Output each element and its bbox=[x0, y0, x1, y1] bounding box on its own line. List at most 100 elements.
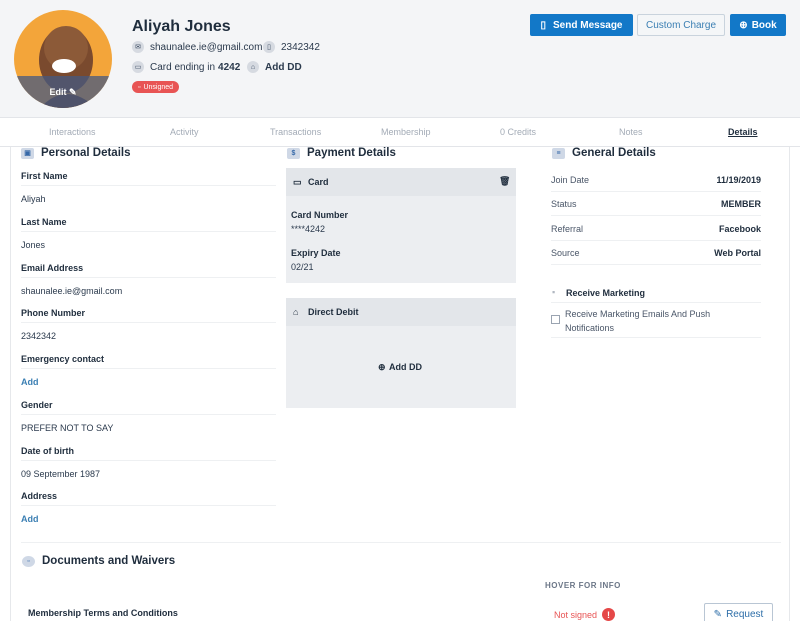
join-date-label: Join Date bbox=[551, 175, 590, 185]
book-button[interactable]: ⊕ Book bbox=[730, 14, 786, 36]
avatar-edit-label: Edit bbox=[49, 87, 67, 97]
pencil-icon: ✎ bbox=[68, 87, 77, 97]
request-label: Request bbox=[726, 608, 764, 620]
tab-bar: Interactions Activity Transactions Membe… bbox=[0, 118, 800, 147]
add-dd-button[interactable]: Add DD bbox=[389, 362, 422, 372]
divider bbox=[551, 302, 761, 303]
warning-icon[interactable]: ! bbox=[602, 608, 616, 621]
divider bbox=[21, 322, 276, 323]
tab-details[interactable]: Details bbox=[728, 127, 758, 137]
divider bbox=[21, 460, 276, 461]
mobile-icon: ▯ bbox=[540, 19, 547, 31]
card-title: Card bbox=[308, 177, 329, 187]
payment-icon: $ bbox=[287, 147, 300, 159]
divider bbox=[551, 264, 761, 265]
document-name: Membership Terms and Conditions bbox=[28, 608, 178, 618]
personal-details-title-text: Personal Details bbox=[41, 147, 131, 159]
divider bbox=[551, 240, 761, 241]
phone-icon: ▯ bbox=[263, 41, 275, 53]
id-card-icon: ▣ bbox=[21, 147, 34, 159]
tab-credits[interactable]: 0 Credits bbox=[500, 127, 536, 137]
bank-icon: ⌂ bbox=[293, 307, 299, 317]
add-dd-link[interactable]: Add DD bbox=[265, 62, 302, 73]
source-value: Web Portal bbox=[714, 248, 761, 258]
payment-details-title-text: Payment Details bbox=[307, 147, 396, 159]
details-panel: ▣ Personal Details First Name Aliyah Las… bbox=[10, 147, 790, 621]
card-number-value: ****4242 bbox=[291, 224, 326, 234]
marketing-option-label: Receive Marketing Emails And Push Notifi… bbox=[565, 309, 711, 333]
address-label: Address bbox=[21, 491, 58, 501]
profile-email: ✉ shaunalee.ie@gmail.com bbox=[132, 41, 262, 53]
avatar[interactable]: Edit ✎ bbox=[14, 10, 112, 108]
referral-label: Referral bbox=[551, 224, 584, 234]
gender-label: Gender bbox=[21, 400, 53, 410]
send-message-label: Send Message bbox=[553, 19, 623, 31]
payment-details-title: $ Payment Details bbox=[287, 147, 396, 159]
direct-debit-title: Direct Debit bbox=[308, 307, 359, 317]
trash-icon[interactable]: 🗑 bbox=[499, 176, 510, 187]
status-value: MEMBER bbox=[721, 199, 761, 209]
dob-label: Date of birth bbox=[21, 446, 74, 456]
document-icon: ▫ bbox=[22, 555, 35, 567]
custom-charge-label: Custom Charge bbox=[645, 19, 717, 31]
status-label: Status bbox=[551, 199, 577, 209]
envelope-icon: ✉ bbox=[132, 41, 144, 53]
send-message-button[interactable]: ▯ Send Message bbox=[530, 14, 633, 36]
emergency-contact-add-link[interactable]: Add bbox=[21, 377, 39, 387]
profile-name: Aliyah Jones bbox=[132, 18, 231, 35]
tab-activity[interactable]: Activity bbox=[170, 127, 199, 137]
last-name-value: Jones bbox=[21, 240, 46, 250]
divider bbox=[551, 337, 761, 338]
dob-value: 09 September 1987 bbox=[21, 469, 101, 479]
list-icon: ≡ bbox=[552, 147, 565, 159]
tab-transactions[interactable]: Transactions bbox=[270, 127, 321, 137]
custom-charge-button[interactable]: Custom Charge bbox=[637, 14, 725, 36]
profile-add-dd[interactable]: ⌂ Add DD bbox=[247, 61, 302, 73]
divider bbox=[21, 231, 276, 232]
divider bbox=[21, 505, 276, 506]
divider bbox=[551, 191, 761, 192]
email-label: Email Address bbox=[21, 263, 84, 273]
documents-title-text: Documents and Waivers bbox=[42, 555, 176, 567]
phone-label: Phone Number bbox=[21, 308, 86, 318]
credit-card-icon: ▭ bbox=[293, 177, 302, 187]
first-name-value: Aliyah bbox=[21, 194, 46, 204]
phone-value: 2342342 bbox=[21, 331, 57, 341]
expiry-label: Expiry Date bbox=[291, 248, 341, 258]
direct-debit-box: ⌂ Direct Debit ⊕ Add DD bbox=[286, 298, 516, 408]
document-icon: ▫ bbox=[138, 83, 141, 91]
referral-value: Facebook bbox=[718, 224, 761, 234]
documents-title: ▫ Documents and Waivers bbox=[22, 555, 175, 567]
request-button[interactable]: ✎ Request bbox=[704, 603, 773, 621]
tab-interactions[interactable]: Interactions bbox=[49, 127, 96, 137]
card-number-label: Card Number bbox=[291, 210, 349, 220]
divider bbox=[21, 542, 781, 543]
marketing-checkbox[interactable] bbox=[551, 315, 560, 324]
card-prefix-text: Card ending in bbox=[150, 61, 216, 73]
profile-email-text: shaunalee.ie@gmail.com bbox=[150, 41, 263, 53]
source-label: Source bbox=[551, 248, 580, 258]
gender-value: PREFER NOT TO SAY bbox=[21, 423, 114, 433]
book-label: Book bbox=[751, 19, 777, 31]
address-add-link[interactable]: Add bbox=[21, 514, 39, 524]
divider bbox=[21, 368, 276, 369]
divider bbox=[21, 277, 276, 278]
divider bbox=[21, 414, 276, 415]
avatar-edit-button[interactable]: Edit ✎ bbox=[14, 87, 112, 98]
megaphone-icon: ▪ bbox=[552, 287, 556, 297]
document-status-text: Not signed bbox=[554, 609, 598, 620]
divider bbox=[21, 185, 276, 186]
card-box: ▭ Card 🗑 Card Number ****4242 Expiry Dat… bbox=[286, 168, 516, 283]
general-details-title-text: General Details bbox=[572, 147, 656, 159]
divider bbox=[551, 215, 761, 216]
first-name-label: First Name bbox=[21, 171, 68, 181]
tab-notes[interactable]: Notes bbox=[619, 127, 643, 137]
emergency-contact-label: Emergency contact bbox=[21, 354, 105, 364]
status-badge-label: Unsigned bbox=[143, 83, 174, 91]
last-name-label: Last Name bbox=[21, 217, 67, 227]
magic-wand-icon: ✎ bbox=[713, 608, 723, 620]
profile-header: Edit ✎ Aliyah Jones ✉ shaunalee.ie@gmail… bbox=[0, 0, 800, 118]
plus-circle-icon: ⊕ bbox=[739, 19, 748, 31]
expiry-value: 02/21 bbox=[291, 262, 314, 272]
tab-membership[interactable]: Membership bbox=[381, 127, 431, 137]
